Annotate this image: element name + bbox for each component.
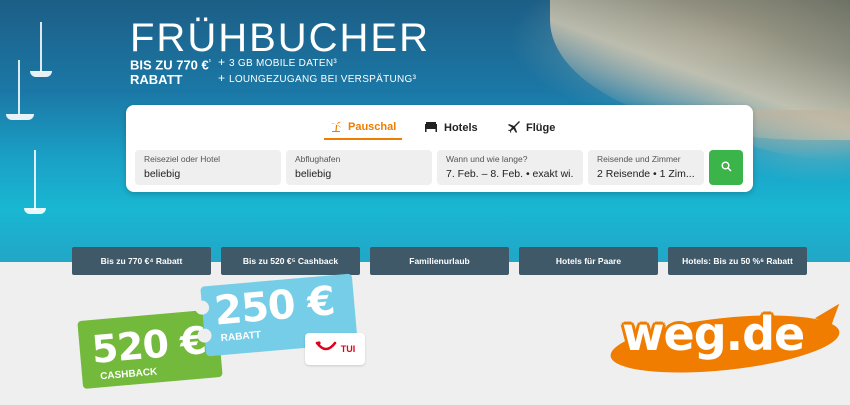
cashback-voucher[interactable]: 520 € CASHBACK — [77, 309, 223, 389]
tab-hotels[interactable]: Hotels — [424, 116, 478, 140]
field-value: beliebig — [144, 168, 181, 180]
date-field[interactable]: Wann und wie lange? 7. Feb. – 8. Feb. • … — [437, 150, 583, 185]
tab-label: Pauschal — [348, 121, 397, 133]
field-value: beliebig — [295, 168, 332, 180]
tab-fluege[interactable]: Flüge — [507, 116, 555, 140]
quick-link-rabatt[interactable]: Bis zu 770 €⁴ Rabatt — [72, 247, 211, 275]
field-label: Reisende und Zimmer — [597, 154, 681, 164]
discount-label: RABATT — [130, 72, 183, 88]
tui-brand-text: TUI — [340, 344, 356, 354]
field-label: Abflughafen — [295, 154, 341, 164]
sailboat-image — [6, 114, 34, 120]
search-panel: Pauschal Hotels Flüge Reiseziel oder Hot… — [126, 105, 753, 192]
tab-label: Hotels — [444, 122, 478, 134]
footnote-marker: ¹ — [208, 59, 212, 66]
tui-logo-icon — [315, 340, 337, 359]
voucher-amount: 520 € — [89, 318, 208, 372]
sailboat-image — [34, 150, 36, 210]
voucher-label: RABATT — [220, 329, 262, 345]
feature-item: 3 GB MOBILE DATEN³ — [218, 55, 416, 71]
travelers-field[interactable]: Reisende und Zimmer 2 Reisende • 1 Zim..… — [588, 150, 704, 185]
field-value: 7. Feb. – 8. Feb. • exakt wi... — [446, 168, 574, 180]
feature-list: 3 GB MOBILE DATEN³ LOUNGEZUGANG BEI VERS… — [218, 55, 416, 87]
tab-label: Flüge — [526, 122, 556, 134]
sailboat-image — [24, 208, 46, 214]
discount-amount: BIS ZU 770 € — [130, 57, 209, 73]
field-label: Wann und wie lange? — [446, 154, 528, 164]
quick-link-familienurlaub[interactable]: Familienurlaub — [370, 247, 509, 275]
quick-link-cashback[interactable]: Bis zu 520 €⁵ Cashback — [221, 247, 360, 275]
weg-de-logo[interactable]: weg.de — [622, 307, 805, 361]
destination-field[interactable]: Reiseziel oder Hotel beliebig — [135, 150, 281, 185]
discount-line: BIS ZU 770 €¹ — [130, 55, 211, 72]
sailboat-image — [40, 22, 42, 72]
tab-pauschal[interactable]: Pauschal — [324, 116, 403, 140]
quick-link-hotels-rabatt[interactable]: Hotels: Bis zu 50 %⁶ Rabatt — [668, 247, 807, 275]
tui-badge: TUI — [305, 333, 365, 365]
search-icon — [721, 159, 732, 177]
departure-airport-field[interactable]: Abflughafen beliebig — [286, 150, 432, 185]
palm-icon — [330, 120, 342, 135]
hero-offer: BIS ZU 770 €¹ RABATT 3 GB MOBILE DATEN³ … — [130, 55, 416, 88]
quick-link-paare[interactable]: Hotels für Paare — [519, 247, 658, 275]
voucher-amount: 250 € — [212, 278, 337, 335]
search-button[interactable] — [709, 150, 743, 185]
plane-icon — [507, 120, 520, 136]
feature-item: LOUNGEZUGANG BEI VERSPÄTUNG³ — [218, 71, 416, 87]
field-value: 2 Reisende • 1 Zim... — [597, 168, 695, 180]
sailboat-image — [30, 71, 52, 77]
field-label: Reiseziel oder Hotel — [144, 154, 221, 164]
search-tabs: Pauschal Hotels Flüge — [126, 116, 753, 144]
sailboat-image — [18, 60, 20, 115]
bed-icon — [424, 121, 438, 136]
